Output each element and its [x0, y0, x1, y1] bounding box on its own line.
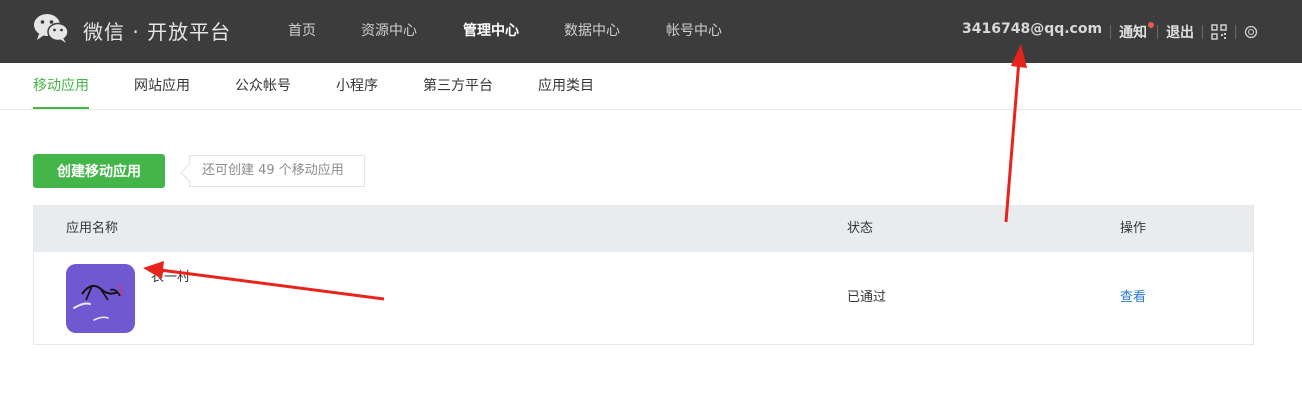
- app-table: 应用名称 状态 操作 衣一村 已通过 查看: [33, 205, 1254, 345]
- view-app-link[interactable]: 查看: [1120, 252, 1146, 344]
- wechat-icon: [33, 12, 69, 48]
- column-status: 状态: [847, 221, 874, 236]
- notify-label: 通知: [1119, 24, 1148, 41]
- language-globe-icon[interactable]: [1244, 25, 1258, 39]
- nav-management[interactable]: 管理中心: [463, 0, 519, 63]
- user-email[interactable]: 3416748@qq.com: [962, 21, 1102, 37]
- brand-title: 微信 · 开放平台: [83, 19, 232, 44]
- logout-link[interactable]: 退出: [1166, 22, 1194, 42]
- status-badge: 已通过: [847, 290, 887, 305]
- notification-dot: [1148, 21, 1155, 28]
- top-bar: 微信 · 开放平台 首页 资源中心 管理中心 数据中心 帐号中心 3416748…: [0, 0, 1302, 63]
- divider: [1157, 24, 1159, 39]
- nav-home[interactable]: 首页: [288, 0, 316, 63]
- divider: [1202, 24, 1204, 39]
- app-name: 衣一村: [151, 270, 191, 285]
- app-icon: [66, 264, 135, 333]
- column-app-name: 应用名称: [66, 221, 119, 236]
- tab-official-accounts[interactable]: 公众帐号: [235, 63, 291, 109]
- user-area: 3416748@qq.com 通知 退出: [962, 0, 1258, 63]
- sub-navigation: 移动应用 网站应用 公众帐号 小程序 第三方平台 应用类目: [0, 63, 1302, 110]
- notify-link[interactable]: 通知: [1119, 21, 1155, 42]
- tab-app-categories[interactable]: 应用类目: [538, 63, 594, 109]
- nav-data[interactable]: 数据中心: [564, 0, 620, 63]
- tab-website-apps[interactable]: 网站应用: [134, 63, 190, 109]
- remaining-quota-tip: 还可创建 49 个移动应用: [189, 155, 365, 187]
- nav-resources[interactable]: 资源中心: [361, 0, 417, 63]
- active-tab-indicator: [33, 107, 89, 109]
- qr-code-icon[interactable]: [1211, 23, 1227, 40]
- column-actions: 操作: [1120, 221, 1147, 236]
- create-mobile-app-button[interactable]: 创建移动应用: [33, 154, 165, 188]
- tab-third-party-platform[interactable]: 第三方平台: [423, 63, 493, 109]
- nav-account[interactable]: 帐号中心: [666, 0, 722, 63]
- table-row: 衣一村 已通过 查看: [34, 252, 1253, 344]
- divider: [1235, 24, 1237, 39]
- divider: [1110, 24, 1112, 39]
- tab-mini-programs[interactable]: 小程序: [336, 63, 378, 109]
- table-header: 应用名称 状态 操作: [34, 206, 1253, 252]
- tab-mobile-apps[interactable]: 移动应用: [33, 63, 89, 109]
- brand-logo[interactable]: 微信 · 开放平台: [33, 12, 231, 48]
